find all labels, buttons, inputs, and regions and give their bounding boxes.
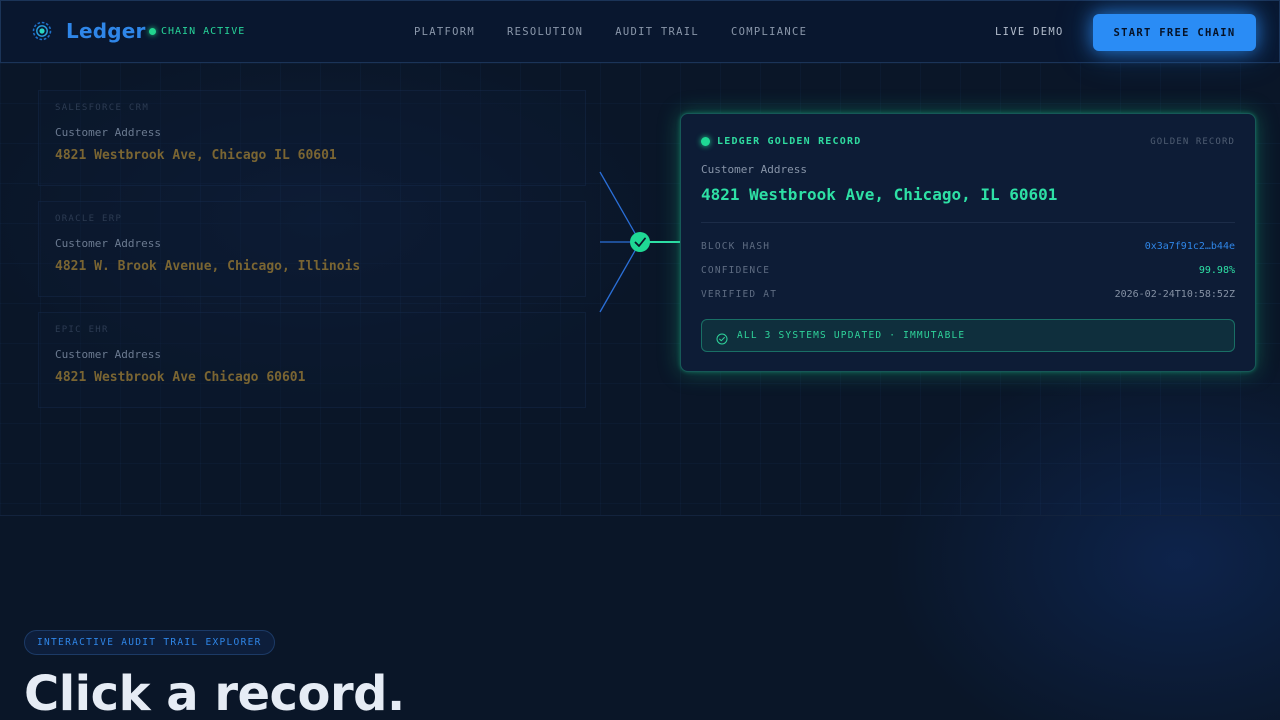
systems-updated-text: ALL 3 SYSTEMS UPDATED · IMMUTABLE xyxy=(737,330,966,341)
golden-field-label: Customer Address xyxy=(701,163,807,176)
golden-field-value: 4821 Westbrook Ave, Chicago, IL 60601 xyxy=(701,185,1058,204)
source-field-value: 4821 Westbrook Ave Chicago 60601 xyxy=(55,370,306,385)
audit-trail-explorer-badge: INTERACTIVE AUDIT TRAIL EXPLORER xyxy=(24,630,275,655)
source-field-label: Customer Address xyxy=(55,237,161,250)
systems-updated-banner: ALL 3 SYSTEMS UPDATED · IMMUTABLE xyxy=(701,319,1235,352)
brand-name: Ledger xyxy=(66,19,146,43)
golden-record-header: LEDGER GOLDEN RECORD xyxy=(701,136,861,147)
circle-check-icon xyxy=(716,330,728,344)
source-record-salesforce[interactable]: SALESFORCE CRM Customer Address 4821 Wes… xyxy=(38,90,586,186)
nav-link-audit-trail[interactable]: AUDIT TRAIL xyxy=(615,26,699,38)
confidence-value: 99.98% xyxy=(1198,265,1235,276)
golden-status-dot-icon xyxy=(701,137,710,146)
chain-status-badge: CHAIN ACTIVE xyxy=(149,26,245,37)
meta-row-confidence: CONFIDENCE 99.98% xyxy=(701,265,1235,279)
merge-connector xyxy=(599,171,683,313)
chain-status-label: CHAIN ACTIVE xyxy=(161,26,246,37)
merge-check-icon xyxy=(630,232,650,252)
meta-key: VERIFIED AT xyxy=(701,289,778,300)
nav-link-platform[interactable]: PLATFORM xyxy=(414,26,475,38)
source-system-name: EPIC EHR xyxy=(55,325,109,335)
golden-record-title: LEDGER GOLDEN RECORD xyxy=(717,136,862,147)
verified-at-value: 2026-02-24T10:58:52Z xyxy=(1114,289,1235,300)
nav-links: PLATFORM RESOLUTION AUDIT TRAIL COMPLIAN… xyxy=(414,26,839,38)
live-demo-link[interactable]: LIVE DEMO xyxy=(995,26,1064,38)
section-divider xyxy=(0,515,1280,516)
connector-line-top xyxy=(599,171,641,243)
brand[interactable]: Ledger xyxy=(31,19,146,43)
nav-link-resolution[interactable]: RESOLUTION xyxy=(507,26,583,38)
source-record-oracle[interactable]: ORACLE ERP Customer Address 4821 W. Broo… xyxy=(38,201,586,297)
meta-row-verified-at: VERIFIED AT 2026-02-24T10:58:52Z xyxy=(701,289,1235,303)
meta-key: CONFIDENCE xyxy=(701,265,771,276)
start-free-chain-button[interactable]: START FREE CHAIN xyxy=(1093,14,1256,51)
source-field-value: 4821 Westbrook Ave, Chicago IL 60601 xyxy=(55,148,337,163)
divider xyxy=(701,222,1235,223)
golden-record-tag: GOLDEN RECORD xyxy=(1150,137,1235,147)
source-system-name: ORACLE ERP xyxy=(55,214,123,224)
block-hash-value[interactable]: 0x3a7f91c2…b44e xyxy=(1145,241,1235,252)
status-dot-icon xyxy=(149,28,156,35)
golden-record-card[interactable]: LEDGER GOLDEN RECORD GOLDEN RECORD Custo… xyxy=(680,113,1256,372)
source-system-name: SALESFORCE CRM xyxy=(55,103,150,113)
source-record-epic[interactable]: EPIC EHR Customer Address 4821 Westbrook… xyxy=(38,312,586,408)
source-field-value: 4821 W. Brook Avenue, Chicago, Illinois xyxy=(55,259,361,274)
section-title: Click a record. xyxy=(24,666,405,720)
nav-link-compliance[interactable]: COMPLIANCE xyxy=(731,26,807,38)
meta-key: BLOCK HASH xyxy=(701,241,771,252)
logo-icon xyxy=(31,20,53,42)
source-field-label: Customer Address xyxy=(55,126,161,139)
top-nav: Ledger CHAIN ACTIVE PLATFORM RESOLUTION … xyxy=(0,0,1280,63)
source-field-label: Customer Address xyxy=(55,348,161,361)
meta-row-block-hash: BLOCK HASH 0x3a7f91c2…b44e xyxy=(701,241,1235,255)
connector-line-bottom xyxy=(599,241,641,313)
